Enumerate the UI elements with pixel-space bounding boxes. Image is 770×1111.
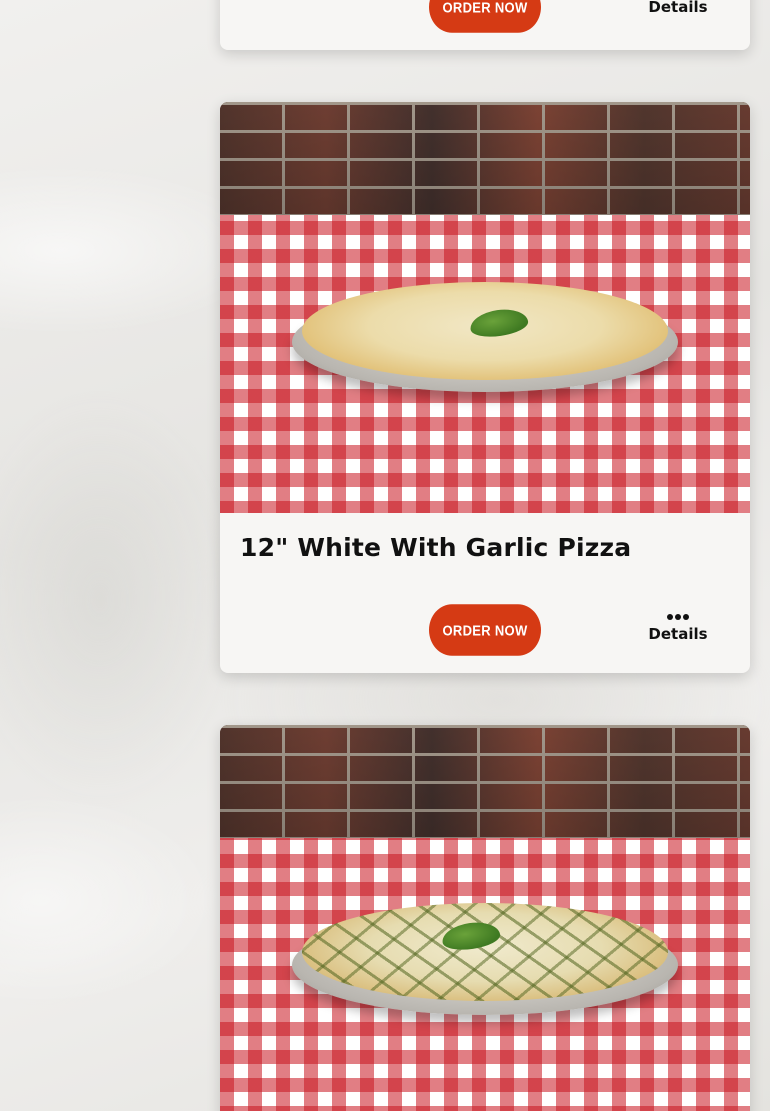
order-now-button[interactable]: ORDER NOW bbox=[429, 0, 541, 33]
product-card: ORDER NOW Details bbox=[220, 0, 750, 50]
details-label: Details bbox=[648, 0, 708, 16]
order-now-button[interactable]: ORDER NOW bbox=[429, 604, 541, 656]
pesto-pizza bbox=[302, 903, 668, 1001]
brick-wall-background bbox=[220, 102, 750, 217]
brick-wall-background bbox=[220, 725, 750, 840]
product-card: 12" White With Garlic Pizza ORDER NOW De… bbox=[220, 102, 750, 673]
product-card bbox=[220, 725, 750, 1111]
details-button[interactable]: Details bbox=[643, 611, 713, 643]
product-title: 12" White With Garlic Pizza bbox=[240, 533, 632, 562]
more-horizontal-icon bbox=[643, 611, 713, 625]
details-button[interactable]: Details bbox=[643, 0, 713, 16]
product-card-body: 12" White With Garlic Pizza ORDER NOW De… bbox=[220, 513, 750, 673]
details-label: Details bbox=[648, 625, 708, 643]
product-image[interactable] bbox=[220, 102, 750, 513]
product-image[interactable] bbox=[220, 725, 750, 1111]
